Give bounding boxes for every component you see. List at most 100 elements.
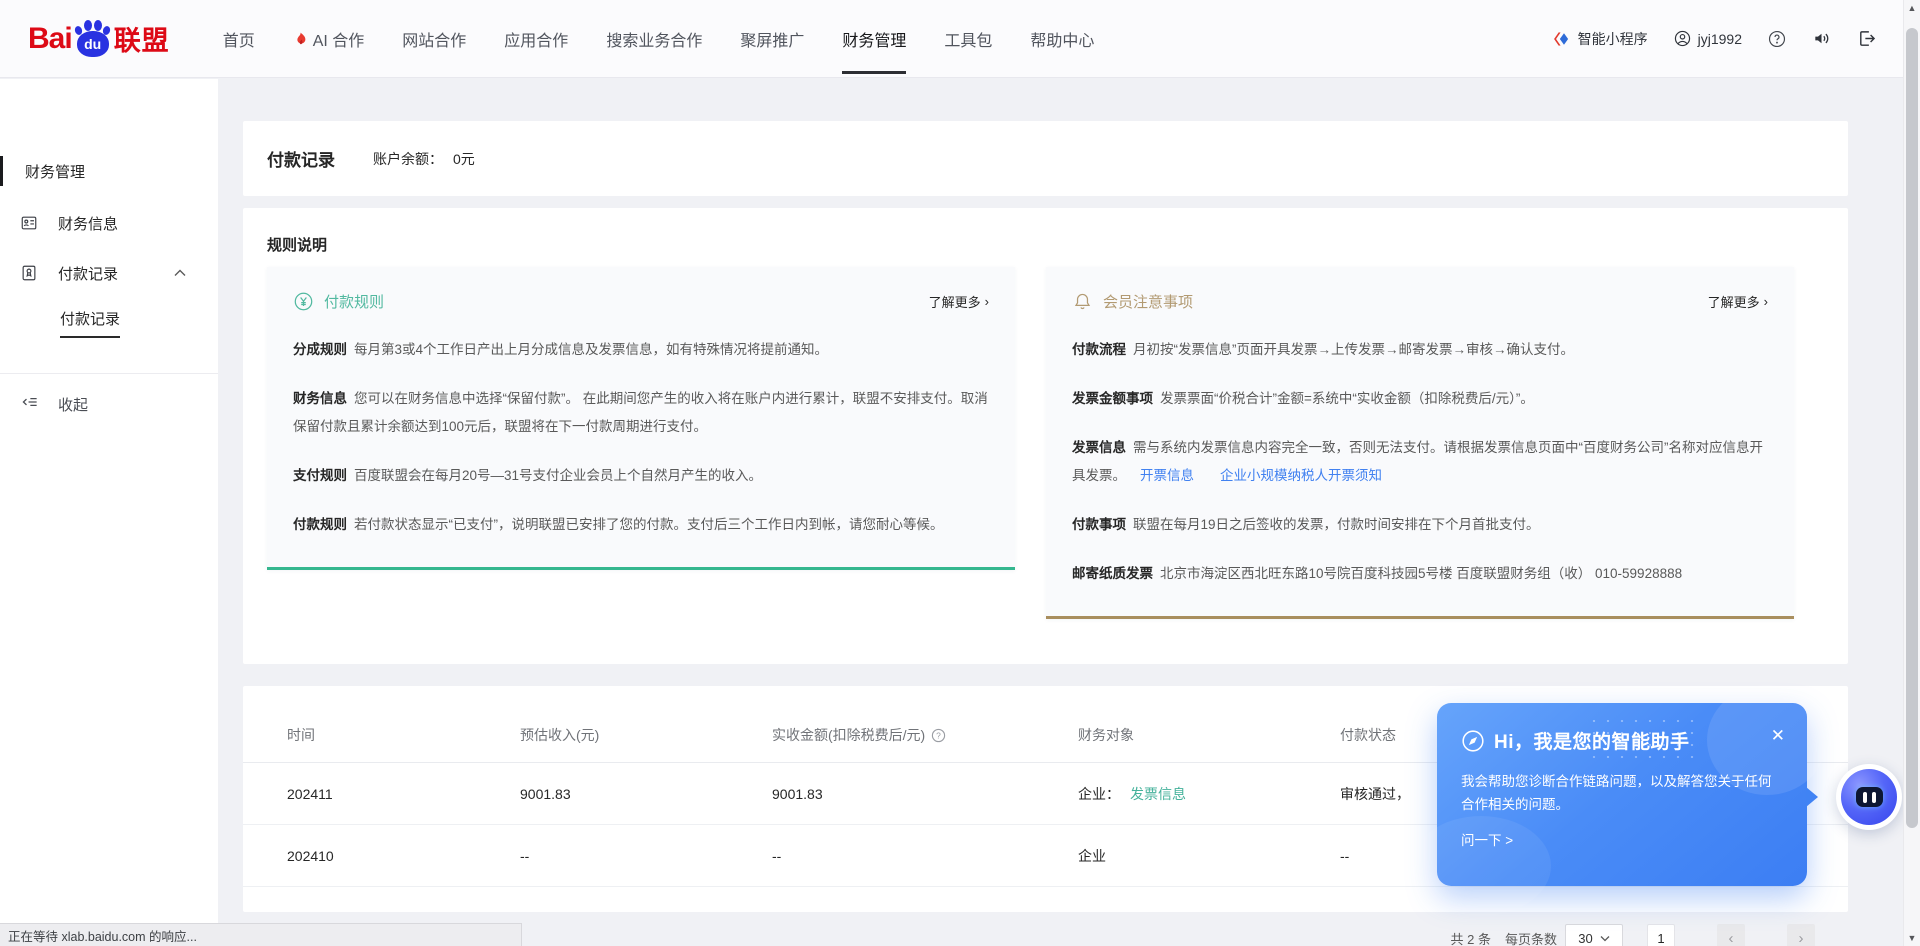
nav-label: 工具包	[944, 27, 992, 51]
chevron-up-icon[interactable]	[174, 269, 186, 277]
next-page-button[interactable]: ›	[1787, 924, 1815, 946]
nav-item-screen-promo[interactable]: 聚屏推广	[721, 0, 823, 78]
sidebar: 财务管理 财务信息 付款记录 付款记录 收起	[0, 79, 218, 946]
page-size-select[interactable]: 30	[1565, 924, 1623, 946]
col-header-estimated: 预估收入(元)	[520, 725, 772, 745]
close-icon[interactable]: ✕	[1771, 727, 1785, 744]
user-account[interactable]: jyj1992	[1674, 30, 1742, 47]
rule-text: 每月第3或4个工作日产出上月分成信息及发票信息，如有特殊情况将提前通知。	[354, 342, 828, 357]
baidu-union-logo[interactable]: Bai du 联盟	[28, 19, 170, 59]
help-button[interactable]	[1768, 30, 1786, 48]
sidebar-item-label: 财务信息	[58, 213, 118, 234]
nav-label: 应用合作	[504, 27, 568, 51]
status-text: 正在等待 xlab.baidu.com 的响应...	[8, 926, 197, 945]
cell-entity: 企业： 发票信息	[1078, 784, 1340, 804]
collapse-label: 收起	[58, 394, 88, 415]
sidebar-item-finance-info[interactable]: 财务信息	[0, 205, 218, 241]
rule-text: 百度联盟会在每月20号—31号支付企业会员上个自然月产生的收入。	[354, 468, 762, 483]
account-balance: 账户余额： 0元	[373, 149, 475, 169]
scroll-up-arrow[interactable]: ▲	[1904, 0, 1920, 16]
invoice-info-link[interactable]: 开票信息	[1140, 468, 1194, 483]
sidebar-subitem-label: 付款记录	[60, 308, 120, 338]
rules-panel: 规则说明 付款规则 了解更多 › 分成规则每月第3或4个工作日产出上月分成信息及…	[243, 208, 1848, 664]
cell-estimated: --	[520, 848, 772, 864]
nav-item-toolkit[interactable]: 工具包	[925, 0, 1011, 78]
assistant-fab-button[interactable]	[1836, 764, 1902, 830]
rule-label: 分成规则	[293, 342, 347, 357]
sidebar-group-finance[interactable]: 财务管理	[0, 153, 218, 189]
page-number-1[interactable]: 1	[1647, 924, 1675, 946]
cell-time: 202410	[287, 848, 520, 864]
invoice-info-table-link[interactable]: 发票信息	[1130, 784, 1186, 804]
page-header-panel: 付款记录 账户余额： 0元	[243, 121, 1848, 196]
cell-estimated: 9001.83	[520, 786, 772, 802]
chevron-right-icon: ›	[1764, 294, 1768, 309]
rule-paragraph: 分成规则每月第3或4个工作日产出上月分成信息及发票信息，如有特殊情况将提前通知。	[293, 336, 989, 364]
sound-button[interactable]	[1812, 29, 1831, 48]
rule-label: 发票金额事项	[1072, 391, 1153, 406]
rule-paragraph: 付款事项联盟在每月19日之后签收的发票，付款时间安排在下个月首批支付。	[1072, 511, 1768, 539]
help-circle-icon[interactable]: ?	[931, 728, 946, 743]
sidebar-item-label: 付款记录	[58, 263, 118, 284]
rule-label: 付款流程	[1072, 342, 1126, 357]
rule-paragraph: 发票信息需与系统内发票信息内容完全一致，否则无法支付。请根据发票信息页面中“百度…	[1072, 434, 1768, 490]
nav-label: 帮助中心	[1030, 27, 1094, 51]
nav-item-search-biz[interactable]: 搜索业务合作	[587, 0, 721, 78]
rule-label: 付款规则	[293, 517, 347, 532]
col-header-time: 时间	[287, 725, 520, 745]
mini-program-label: 智能小程序	[1578, 29, 1648, 49]
bell-icon	[1072, 291, 1093, 312]
logo-text-du: du	[84, 36, 101, 52]
id-card-icon	[20, 214, 38, 232]
nav-item-app[interactable]: 应用合作	[485, 0, 587, 78]
nav-item-home[interactable]: 首页	[204, 0, 274, 78]
yuan-coin-icon	[293, 291, 314, 312]
rule-text: 月初按“发票信息”页面开具发票→上传发票→邮寄发票→审核→确认支付。	[1133, 342, 1574, 357]
learn-more-link[interactable]: 了解更多 ›	[1708, 292, 1768, 311]
card-header: 会员注意事项 了解更多 ›	[1072, 291, 1768, 312]
learn-more-label: 了解更多	[929, 292, 981, 311]
username: jyj1992	[1698, 31, 1742, 47]
rule-cards: 付款规则 了解更多 › 分成规则每月第3或4个工作日产出上月分成信息及发票信息，…	[267, 267, 1794, 619]
scrollbar-thumb[interactable]	[1906, 28, 1918, 828]
ask-now-link[interactable]: 问一下 >	[1461, 829, 1783, 849]
rule-label: 付款事项	[1072, 517, 1126, 532]
rule-text: 联盟在每月19日之后签收的发票，付款时间安排在下个月首批支付。	[1133, 517, 1540, 532]
sidebar-item-payment-records[interactable]: 付款记录	[0, 255, 218, 291]
nav-item-website[interactable]: 网站合作	[383, 0, 485, 78]
nav-item-finance[interactable]: 财务管理	[823, 0, 925, 78]
assistant-greeting: Hi，我是您的智能助手	[1494, 727, 1690, 754]
rule-paragraph: 支付规则百度联盟会在每月20号—31号支付企业会员上个自然月产生的收入。	[293, 462, 989, 490]
nav-item-help-center[interactable]: 帮助中心	[1011, 0, 1113, 78]
learn-more-label: 了解更多	[1708, 292, 1760, 311]
help-icon	[1768, 30, 1786, 48]
card-header: 付款规则 了解更多 ›	[293, 291, 989, 312]
col-header-entity: 财务对象	[1078, 725, 1340, 745]
rule-paragraph: 邮寄纸质发票北京市海淀区西北旺东路10号院百度科技园5号楼 百度联盟财务组（收）…	[1072, 560, 1768, 588]
scroll-down-arrow[interactable]: ▼	[1904, 930, 1920, 946]
rule-label: 邮寄纸质发票	[1072, 566, 1153, 581]
logout-button[interactable]	[1857, 29, 1876, 48]
header-right: 智能小程序 jyj1992	[1553, 29, 1876, 49]
sidebar-collapse-button[interactable]: 收起	[0, 386, 218, 422]
page-size-value: 30	[1578, 931, 1592, 946]
page-size-label: 每页条数	[1505, 929, 1557, 946]
speaker-icon	[1812, 29, 1831, 48]
prev-page-button[interactable]: ‹	[1717, 924, 1745, 946]
rule-label: 财务信息	[293, 391, 347, 406]
learn-more-link[interactable]: 了解更多 ›	[929, 292, 989, 311]
mini-program-entry[interactable]: 智能小程序	[1553, 29, 1648, 49]
small-taxpayer-notice-link[interactable]: 企业小规模纳税人开票须知	[1220, 468, 1382, 483]
payment-rules-card: 付款规则 了解更多 › 分成规则每月第3或4个工作日产出上月分成信息及发票信息，…	[267, 267, 1015, 570]
logo-text-union: 联盟	[114, 19, 170, 58]
nav-label: AI 合作	[313, 27, 365, 51]
main-nav: 首页 AI 合作 网站合作 应用合作 搜索业务合作 聚屏推广 财务管理 工	[204, 0, 1114, 78]
sidebar-subitem-payment-records[interactable]: 付款记录	[0, 305, 218, 341]
chevron-down-icon	[1600, 935, 1610, 942]
nav-label: 首页	[223, 27, 255, 51]
card-title: 会员注意事项	[1103, 291, 1193, 312]
baidu-paw-icon: du	[73, 19, 113, 59]
record-badge-icon	[20, 264, 38, 282]
nav-item-ai[interactable]: AI 合作	[274, 0, 384, 78]
screen: Bai du 联盟 首页 AI 合作 网站合作 应用合作 搜索	[0, 0, 1920, 946]
